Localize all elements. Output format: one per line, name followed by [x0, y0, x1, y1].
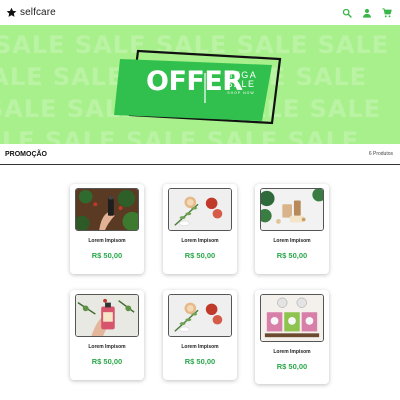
- brand-logo[interactable]: selfcare: [6, 7, 56, 18]
- banner-bg-word: SALE SALE SALE SALE SALE: [0, 127, 360, 144]
- section-title: PROMOÇÃO: [5, 150, 47, 158]
- product-card[interactable]: Lorem Impisom R$ 50,00: [70, 290, 144, 380]
- promo-banner[interactable]: SALE SALE SALE SALE SALE SALE SALE SALE …: [0, 25, 400, 144]
- product-grid: Lorem Impisom R$ 50,00 Lorem Impisom R$ …: [0, 165, 400, 400]
- product-count: 6 Produtos: [368, 151, 393, 157]
- mega-sale-text: MEGA SALE SHOP NOW: [214, 71, 268, 96]
- search-icon[interactable]: [342, 8, 352, 18]
- product-name: Lorem Impisom: [181, 344, 219, 350]
- star-icon: [6, 7, 17, 17]
- product-image[interactable]: [75, 294, 139, 337]
- top-header: selfcare: [0, 0, 400, 25]
- product-name: Lorem Impisom: [88, 238, 126, 244]
- section-header: PROMOÇÃO 6 Produtos: [0, 144, 400, 165]
- product-price: R$ 50,00: [276, 251, 308, 260]
- product-price: R$ 50,00: [91, 357, 123, 366]
- product-price: R$ 50,00: [91, 251, 123, 260]
- product-image[interactable]: [260, 188, 324, 231]
- product-name: Lorem Impisom: [273, 349, 311, 355]
- product-card[interactable]: Lorem Impisom R$ 50,00: [70, 184, 144, 274]
- product-image[interactable]: [260, 294, 324, 342]
- product-price: R$ 50,00: [184, 251, 216, 260]
- product-image[interactable]: [168, 188, 232, 231]
- product-card[interactable]: Lorem Impisom R$ 50,00: [255, 290, 329, 384]
- product-image[interactable]: [75, 188, 139, 231]
- shop-now-text: SHOP NOW: [227, 91, 255, 95]
- user-icon[interactable]: [362, 8, 372, 18]
- offer-tag: OFFER MEGA SALE SHOP NOW: [112, 49, 284, 125]
- product-name: Lorem Impisom: [273, 238, 311, 244]
- cart-icon[interactable]: [382, 7, 392, 18]
- product-image[interactable]: [168, 294, 232, 337]
- brand-name: selfcare: [20, 7, 56, 18]
- product-price: R$ 50,00: [276, 362, 308, 371]
- product-name: Lorem Impisom: [181, 238, 219, 244]
- product-card[interactable]: Lorem Impisom R$ 50,00: [255, 184, 329, 274]
- product-card[interactable]: Lorem Impisom R$ 50,00: [163, 290, 237, 380]
- header-actions: [342, 7, 394, 18]
- product-name: Lorem Impisom: [88, 344, 126, 350]
- product-card[interactable]: Lorem Impisom R$ 50,00: [163, 184, 237, 274]
- product-price: R$ 50,00: [184, 357, 216, 366]
- sale-text: SALE: [226, 79, 256, 89]
